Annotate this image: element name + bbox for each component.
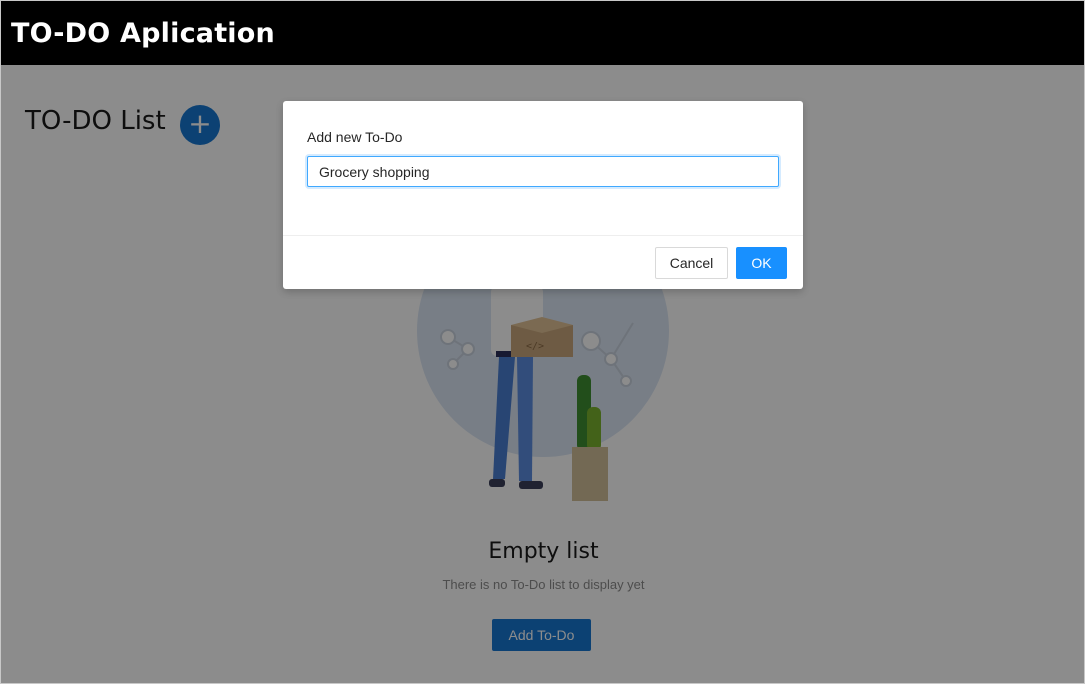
add-todo-dialog: Add new To-Do Cancel OK xyxy=(283,101,803,289)
top-bar: TO-DO Aplication xyxy=(1,1,1084,65)
dialog-footer: Cancel OK xyxy=(283,235,803,290)
app-title: TO-DO Aplication xyxy=(11,18,275,49)
ok-button[interactable]: OK xyxy=(736,247,787,279)
dialog-label: Add new To-Do xyxy=(307,129,403,145)
todo-app-window: TO-DO Aplication TO-DO List + </> Empty … xyxy=(0,0,1085,684)
cancel-button[interactable]: Cancel xyxy=(655,247,728,279)
todo-text-input[interactable] xyxy=(307,156,779,187)
